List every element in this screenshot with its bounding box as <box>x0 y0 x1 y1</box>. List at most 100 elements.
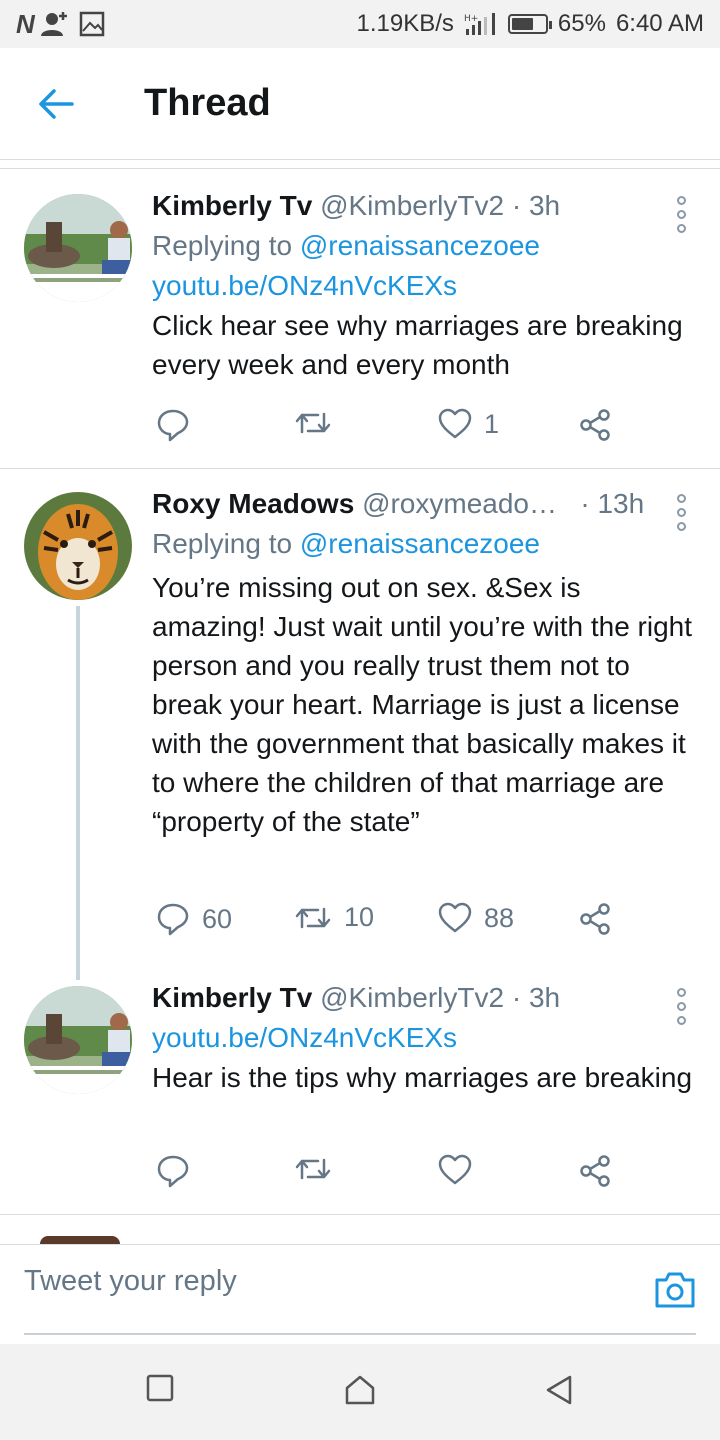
image-icon <box>79 11 105 37</box>
retweet-icon <box>295 907 331 928</box>
tweet-text: You’re missing out on sex. &Sex is amazi… <box>152 572 693 837</box>
share-button[interactable] <box>578 1154 612 1188</box>
avatar-image <box>24 194 132 302</box>
system-nav-bar <box>0 1344 720 1440</box>
tweet-actions: 1 <box>152 408 622 448</box>
replying-to: Replying to @renaissancezoee <box>152 226 700 266</box>
back-arrow-icon <box>39 88 74 119</box>
camera-button[interactable] <box>654 1271 696 1314</box>
tweet-text: Hear is the tips why marriages are break… <box>152 1062 693 1093</box>
author-name[interactable]: Kimberly Tv <box>152 978 312 1018</box>
share-button[interactable] <box>578 408 612 442</box>
tweet-actions <box>152 1154 622 1194</box>
like-button[interactable] <box>438 1154 484 1186</box>
avatar[interactable] <box>24 986 132 1094</box>
author-handle[interactable]: @KimberlyTv2 <box>320 978 504 1018</box>
heart-icon <box>438 1154 472 1185</box>
triangle-back-icon <box>546 1375 572 1405</box>
tweet-time: 3h <box>528 982 561 1013</box>
replying-to: Replying to @renaissancezoee <box>152 524 700 564</box>
author-name[interactable]: Kimberly Tv <box>152 186 312 226</box>
divider <box>0 1214 720 1215</box>
retweet-count: 10 <box>344 902 375 932</box>
home-button[interactable] <box>344 1374 376 1411</box>
tweet-meta: Kimberly Tv @KimberlyTv2 · 3h <box>152 978 700 1018</box>
reply-button[interactable] <box>156 408 202 442</box>
share-icon <box>580 903 610 935</box>
heart-icon <box>438 902 472 933</box>
share-button[interactable] <box>578 902 612 936</box>
battery-fill <box>511 18 533 30</box>
reply-icon <box>157 1155 189 1188</box>
status-bar: N 1.19KB/s H+ 65% 6:40 AM <box>0 0 720 48</box>
tweet[interactable]: Kimberly Tv @KimberlyTv2 · 3h Replying t… <box>0 180 720 469</box>
reply-button[interactable] <box>156 1154 202 1188</box>
more-menu-icon[interactable] <box>676 494 686 531</box>
reply-bar: Tweet your reply <box>0 1244 720 1344</box>
author-name[interactable]: Roxy Meadows <box>152 484 354 524</box>
tweet-text: Click hear see why marriages are breakin… <box>152 310 683 380</box>
tweet-actions: 60 10 88 <box>152 902 622 942</box>
thread-connector <box>76 606 80 980</box>
author-handle[interactable]: @roxymeado… <box>362 484 557 524</box>
retweet-icon <box>295 412 331 434</box>
status-left: N <box>16 9 105 40</box>
reply-input-underline <box>24 1333 696 1335</box>
like-button[interactable]: 88 <box>438 902 514 934</box>
author-handle[interactable]: @KimberlyTv2 <box>320 186 504 226</box>
share-icon <box>580 409 610 441</box>
replying-prefix: Replying to <box>152 528 293 559</box>
replying-prefix: Replying to <box>152 230 293 261</box>
like-count: 88 <box>484 902 515 933</box>
retweet-button[interactable] <box>294 408 344 438</box>
more-menu-icon[interactable] <box>676 196 686 233</box>
tweet-link[interactable]: youtu.be/ONz4nVcKEXs <box>152 1018 700 1058</box>
page-title: Thread <box>144 82 271 124</box>
tweet-meta: Kimberly Tv @KimberlyTv2 · 3h <box>152 186 700 226</box>
reply-icon <box>157 409 189 442</box>
like-count: 1 <box>484 408 500 439</box>
tweet-time: 13h <box>597 488 645 519</box>
next-tweet-peek <box>40 1236 120 1244</box>
reply-icon <box>157 903 189 936</box>
share-icon <box>580 1155 610 1187</box>
square-icon <box>146 1374 174 1402</box>
avatar[interactable] <box>24 194 132 302</box>
meta-separator: · <box>511 190 522 221</box>
back-system-button[interactable] <box>544 1374 574 1411</box>
carrier-logo: N <box>16 8 35 39</box>
divider <box>0 468 720 469</box>
avatar[interactable] <box>24 492 132 600</box>
battery-percent: 65% <box>557 10 606 37</box>
tweet-time: 3h <box>528 190 561 221</box>
tweet[interactable]: Kimberly Tv @KimberlyTv2 · 3h youtu.be/O… <box>0 972 720 1215</box>
meta-separator: · <box>511 982 522 1013</box>
camera-icon <box>655 1272 695 1308</box>
heart-icon <box>438 408 472 439</box>
like-button[interactable]: 1 <box>438 408 499 440</box>
recents-button[interactable] <box>146 1374 174 1407</box>
reply-input[interactable]: Tweet your reply <box>24 1265 237 1298</box>
tweet-body: Kimberly Tv @KimberlyTv2 · 3h youtu.be/O… <box>152 978 700 1097</box>
retweet-icon <box>295 1158 331 1180</box>
tweet[interactable]: Roxy Meadows @roxymeado… · 13h Replying … <box>0 478 720 980</box>
avatar-image <box>24 492 132 600</box>
network-speed: 1.19KB/s <box>356 10 454 37</box>
svg-text:H+: H+ <box>464 14 478 24</box>
more-menu-icon[interactable] <box>676 988 686 1025</box>
divider <box>0 168 720 169</box>
reply-count: 60 <box>202 903 233 934</box>
meta-separator: · <box>580 488 590 519</box>
retweet-button[interactable] <box>294 1154 344 1184</box>
reply-button[interactable]: 60 <box>156 902 232 936</box>
clock: 6:40 AM <box>615 10 704 37</box>
mention-link[interactable]: @renaissancezoee <box>300 230 540 261</box>
status-right: 1.19KB/s H+ 65% 6:40 AM <box>356 10 704 38</box>
home-icon <box>345 1375 375 1405</box>
tweet-link[interactable]: youtu.be/ONz4nVcKEXs <box>152 266 700 306</box>
avatar-image <box>24 986 132 1094</box>
mention-link[interactable]: @renaissancezoee <box>300 528 540 559</box>
user-add-icon <box>40 12 67 36</box>
back-button[interactable] <box>0 48 112 160</box>
retweet-button[interactable]: 10 <box>294 902 374 933</box>
